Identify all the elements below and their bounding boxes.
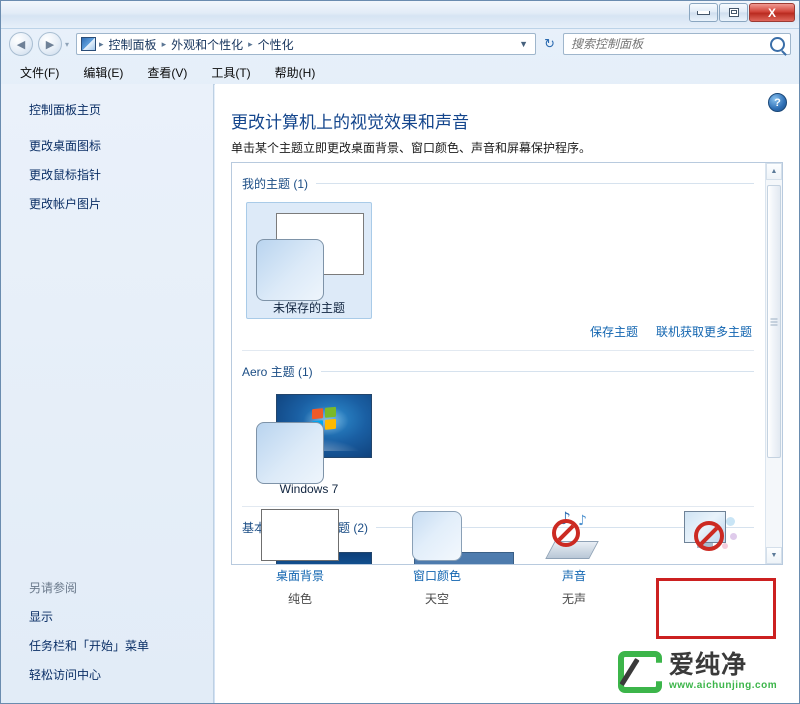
minimize-icon	[697, 10, 710, 15]
sidebar-item-ease-of-access-center[interactable]: 轻松访问中心	[29, 666, 149, 683]
toolbar-value: 天空	[424, 592, 449, 606]
window-controls: X	[689, 3, 795, 22]
close-button[interactable]: X	[749, 3, 795, 22]
theme-list-box: 我的主题 (1) 未保存的主题 保存主题 联机获取更多主题 Aero 主题 (1…	[231, 162, 783, 565]
group-divider	[320, 371, 754, 372]
sidebar-item-taskbar-start-menu[interactable]: 任务栏和「开始」菜单	[29, 637, 149, 654]
toolbar-value: 无声	[561, 592, 586, 606]
thumbnail-color-shape	[256, 422, 324, 484]
toolbar-item-screen-saver[interactable]	[646, 509, 776, 573]
sound-muted-icon: ♪ ♪	[544, 509, 604, 561]
save-theme-link[interactable]: 保存主题	[590, 323, 638, 340]
address-breadcrumb-bar[interactable]: ▸ 控制面板 ▸ 外观和个性化 ▸ 个性化 ▼	[76, 33, 537, 55]
toolbar-item-window-color[interactable]: 窗口颜色 天空	[372, 509, 502, 607]
forward-icon: ▶	[45, 38, 55, 51]
prohibition-icon	[552, 519, 580, 547]
refresh-icon[interactable]: ↻	[541, 36, 558, 52]
chevron-up-icon: ▲	[770, 168, 778, 175]
close-icon: X	[767, 5, 776, 20]
scrollbar-grip-icon	[770, 318, 778, 325]
section-divider	[242, 506, 754, 507]
page-subtitle: 单击某个主题立即更改桌面背景、窗口颜色、声音和屏幕保护程序。	[231, 141, 592, 155]
watermark-name: 爱纯净	[669, 651, 748, 679]
watermark-logo-icon	[618, 651, 662, 693]
search-icon	[770, 36, 785, 52]
scroll-up-button[interactable]: ▲	[766, 163, 782, 180]
see-also-title: 另请参阅	[29, 581, 78, 595]
vertical-scrollbar[interactable]: ▲ ▼	[765, 163, 782, 564]
watermark-url: www.aichunjing.com	[669, 680, 778, 691]
breadcrumb-separator: ▸	[99, 38, 104, 49]
address-bar-row: ◀ ▶ ▾ ▸ 控制面板 ▸ 外观和个性化 ▸ 个性化 ▼ ↻	[1, 28, 799, 60]
navigation-sidebar: 控制面板主页 更改桌面图标 更改鼠标指针 更改帐户图片 另请参阅 显示 任务栏和…	[1, 84, 214, 703]
toolbar-value: 纯色	[287, 592, 312, 606]
screensaver-disabled-icon	[680, 509, 742, 561]
toolbar-label[interactable]: 声音	[562, 567, 586, 584]
sidebar-see-also: 另请参阅 显示 任务栏和「开始」菜单 轻松访问中心	[29, 579, 149, 683]
search-input[interactable]	[569, 36, 770, 52]
breadcrumb-item-appearance[interactable]: 外观和个性化	[169, 35, 245, 54]
toolbar-label[interactable]: 桌面背景	[276, 567, 324, 584]
history-dropdown-icon[interactable]: ▾	[65, 40, 69, 49]
menu-item-file[interactable]: 文件(F)	[17, 62, 62, 83]
back-button[interactable]: ◀	[9, 32, 33, 56]
theme-thumbnail-windows7	[248, 390, 372, 484]
theme-group-header-my-themes: 我的主题 (1)	[232, 175, 764, 192]
maximize-icon	[728, 8, 739, 17]
breadcrumb-separator: ▸	[248, 38, 253, 49]
group-title: Aero 主题 (1)	[242, 365, 313, 379]
get-more-themes-online-link[interactable]: 联机获取更多主题	[656, 323, 752, 340]
menu-item-tools[interactable]: 工具(T)	[208, 62, 253, 83]
maximize-button[interactable]	[719, 3, 748, 22]
annotation-highlight-box	[656, 578, 776, 639]
sidebar-item-change-mouse-pointers[interactable]: 更改鼠标指针	[29, 166, 101, 183]
theme-tiles-my-themes: 未保存的主题	[232, 192, 764, 319]
theme-tiles-aero: Windows 7	[232, 380, 764, 496]
toolbar-item-sound[interactable]: ♪ ♪ 声音 无声	[509, 509, 639, 607]
menu-bar: 文件(F) 编辑(E) 查看(V) 工具(T) 帮助(H)	[1, 60, 799, 85]
control-panel-icon	[81, 37, 97, 51]
help-icon[interactable]: ?	[768, 93, 787, 112]
theme-list-inner: 我的主题 (1) 未保存的主题 保存主题 联机获取更多主题 Aero 主题 (1…	[232, 163, 764, 564]
address-dropdown-icon[interactable]: ▼	[519, 39, 531, 49]
menu-item-help[interactable]: 帮助(H)	[272, 62, 319, 83]
theme-label: 未保存的主题	[272, 301, 345, 315]
prohibition-icon	[694, 521, 724, 551]
forward-button[interactable]: ▶	[38, 32, 62, 56]
explorer-window: X ◀ ▶ ▾ ▸ 控制面板 ▸ 外观和个性化 ▸ 个性化 ▼ ↻ 文件(F)	[0, 0, 800, 704]
group-title: 我的主题 (1)	[242, 177, 309, 191]
sidebar-task-links: 更改桌面图标 更改鼠标指针 更改帐户图片	[29, 137, 101, 212]
scrollbar-thumb[interactable]	[767, 185, 781, 458]
thumbnail-color-shape	[256, 239, 324, 301]
theme-tile-unsaved[interactable]: 未保存的主题	[246, 202, 372, 319]
group-divider	[316, 183, 754, 184]
breadcrumb-item-control-panel[interactable]: 控制面板	[107, 35, 159, 54]
search-box[interactable]	[563, 33, 791, 55]
sidebar-item-change-account-picture[interactable]: 更改帐户图片	[29, 195, 101, 212]
back-icon: ◀	[16, 38, 26, 51]
minimize-button[interactable]	[689, 3, 718, 22]
breadcrumb-item-personalization[interactable]: 个性化	[256, 35, 296, 54]
window-color-icon	[412, 509, 462, 561]
theme-action-links: 保存主题 联机获取更多主题	[232, 319, 764, 340]
sidebar-item-display[interactable]: 显示	[29, 608, 149, 625]
section-divider	[242, 350, 754, 351]
breadcrumb-separator: ▸	[161, 38, 167, 49]
theme-label: Windows 7	[279, 482, 339, 496]
theme-group-header-aero: Aero 主题 (1)	[232, 363, 764, 380]
sidebar-item-change-desktop-icons[interactable]: 更改桌面图标	[29, 137, 101, 154]
toolbar-item-desktop-background[interactable]: 桌面背景 纯色	[235, 509, 365, 607]
theme-thumbnail-unsaved	[248, 207, 370, 301]
watermark: 爱纯净 www.aichunjing.com	[618, 646, 794, 698]
menu-item-view[interactable]: 查看(V)	[144, 62, 190, 83]
title-bar: X	[1, 1, 799, 29]
sidebar-item-control-panel-home[interactable]: 控制面板主页	[29, 101, 101, 118]
page-title: 更改计算机上的视觉效果和声音	[231, 113, 469, 132]
menu-item-edit[interactable]: 编辑(E)	[80, 62, 126, 83]
toolbar-label[interactable]: 窗口颜色	[413, 567, 461, 584]
theme-tile-windows7[interactable]: Windows 7	[246, 390, 372, 496]
desktop-background-icon	[261, 509, 339, 561]
